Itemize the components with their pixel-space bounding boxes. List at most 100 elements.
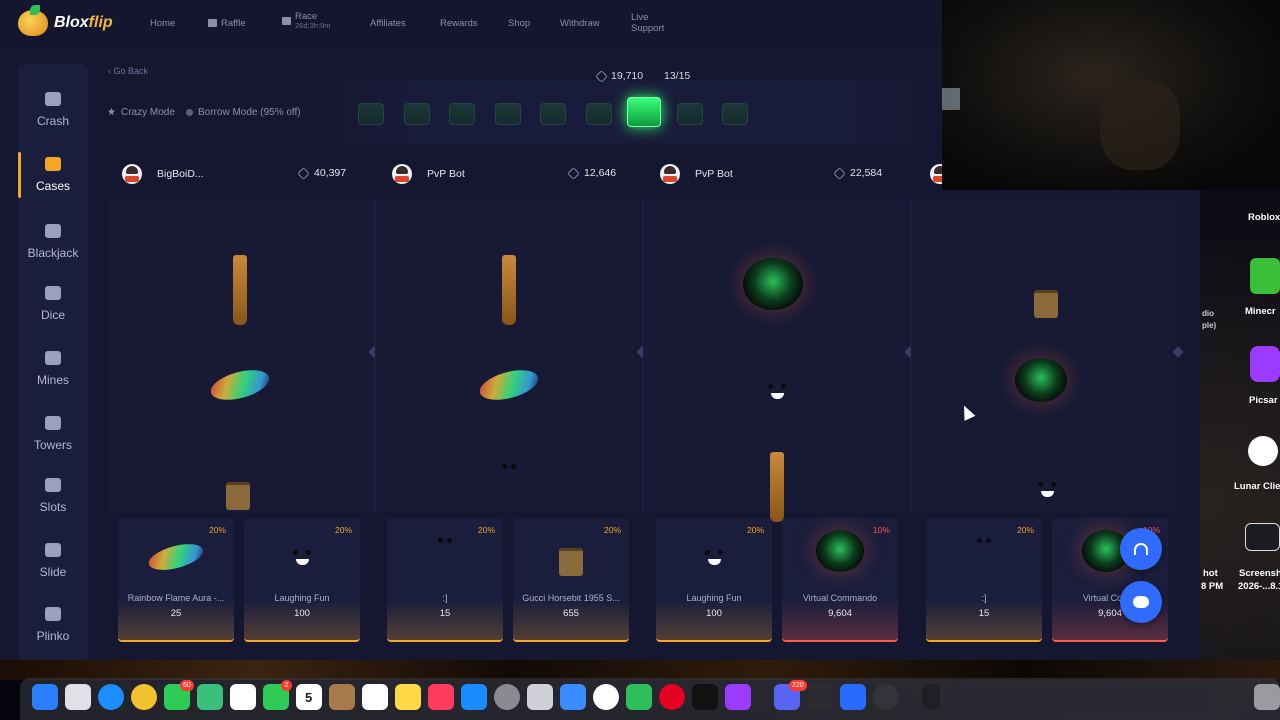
nav-shop[interactable]: Shop	[508, 14, 530, 32]
launchpad-icon[interactable]	[65, 684, 91, 710]
nav-home[interactable]: Home	[150, 14, 175, 32]
nav-race[interactable]: Race 26d:3h:9m	[282, 11, 330, 30]
sidebar-item-blackjack[interactable]: Blackjack	[18, 224, 88, 260]
mail-icon[interactable]	[560, 684, 586, 710]
minecraft-icon[interactable]	[1250, 258, 1280, 294]
picsart-dock-icon[interactable]	[725, 684, 751, 710]
case-thumbnail	[540, 103, 566, 125]
item-rainbow-flame-aura	[146, 539, 206, 575]
drop-value: 100	[706, 608, 722, 619]
pinterest-icon[interactable]	[659, 684, 685, 710]
drop-chance: 20%	[746, 525, 764, 535]
item-gucci-horsebit-bag	[1034, 290, 1058, 318]
drop-chance: 20%	[477, 525, 495, 535]
case-thumbnail	[722, 103, 748, 125]
reminders-icon[interactable]	[362, 684, 388, 710]
dock-minimized-windows[interactable]	[950, 684, 1210, 710]
live-support-button[interactable]	[1120, 528, 1162, 570]
chatgpt-icon[interactable]	[593, 684, 619, 710]
picsart-icon[interactable]	[1250, 346, 1280, 382]
chest-icon	[45, 157, 61, 171]
contacts-icon[interactable]	[329, 684, 355, 710]
player-value: 22,584	[833, 166, 882, 180]
borrow-mode-badge: Borrow Mode (95% off)	[186, 107, 301, 118]
item-gucci-tie	[502, 255, 516, 325]
dock-window-thumbnail[interactable]	[922, 684, 940, 710]
sidebar-item-cases[interactable]: Cases	[18, 157, 88, 193]
item-gucci-tie	[233, 255, 247, 325]
item-virtual-commando	[1015, 358, 1067, 402]
logo-text-accent: flip	[88, 14, 113, 31]
drop-card: 20% Laughing Fun 100	[656, 518, 772, 642]
item-virtual-commando	[816, 530, 864, 572]
item-gucci-tie	[770, 452, 784, 522]
photos-icon[interactable]	[230, 684, 256, 710]
cherry-icon	[45, 478, 61, 492]
sidebar-item-slide[interactable]: Slide	[18, 543, 88, 579]
sidebar-item-mines[interactable]: Mines	[18, 351, 88, 387]
drop-value: 655	[563, 608, 579, 619]
logo[interactable]: Bloxflip	[18, 5, 113, 36]
sidebar-item-crash[interactable]: Crash	[18, 92, 88, 128]
chrome-icon[interactable]	[131, 684, 157, 710]
nav-raffle[interactable]: Raffle	[208, 14, 246, 32]
roblox-dock-icon[interactable]	[840, 684, 866, 710]
desktop-label-lunar-client[interactable]: Lunar Clie	[1234, 481, 1280, 492]
drop-name: Laughing Fun	[686, 593, 742, 603]
desktop-label-picsart[interactable]: Picsar	[1249, 395, 1278, 406]
safari-icon[interactable]	[98, 684, 124, 710]
minecraft-dock-icon[interactable]	[807, 684, 833, 710]
nav-affiliates[interactable]: Affiliates	[370, 14, 406, 32]
next-row-peek	[108, 648, 1188, 660]
obs-icon[interactable]	[873, 684, 899, 710]
kick-icon[interactable]	[692, 684, 718, 710]
item-virtual-commando	[743, 258, 803, 310]
sidebar-item-slots[interactable]: Slots	[18, 478, 88, 514]
borrow-icon	[186, 109, 193, 116]
desktop-label-partial-apple: ple)	[1202, 321, 1217, 330]
flag-icon	[282, 17, 291, 25]
drop-card: 20% :] 15	[387, 518, 503, 642]
player-slot: BigBoiD...	[122, 155, 204, 193]
drop-name: Rainbow Flame Aura -...	[127, 593, 225, 603]
player-name: PvP Bot	[695, 168, 733, 180]
spin-reels	[108, 200, 1184, 522]
app-store-icon[interactable]	[461, 684, 487, 710]
desktop-label-partial-time: 8 PM	[1201, 581, 1224, 592]
drop-value: 25	[170, 608, 182, 619]
screenshot-file-icon[interactable]	[1245, 523, 1280, 551]
trash-icon[interactable]	[1254, 684, 1280, 710]
nav-rewards[interactable]: Rewards	[440, 14, 478, 32]
iphone-mirroring-icon[interactable]	[527, 684, 553, 710]
item-laughing-fun	[762, 382, 792, 402]
bloxflip-app-icon[interactable]	[626, 684, 652, 710]
robux-icon	[297, 166, 310, 180]
player-value: 40,397	[297, 166, 346, 180]
chat-button[interactable]	[1120, 581, 1162, 623]
nav-withdraw[interactable]: Withdraw	[560, 14, 600, 32]
sidebar-item-plinko[interactable]: Plinko	[18, 607, 88, 643]
drop-card: 20% Rainbow Flame Aura -... 25	[118, 518, 234, 642]
go-back-link[interactable]: ‹ Go Back	[108, 66, 148, 76]
item-gucci-horsebit-bag	[226, 482, 250, 510]
sidebar-item-dice[interactable]: Dice	[18, 286, 88, 322]
rocket-icon	[45, 92, 61, 106]
lunar-client-icon[interactable]	[1248, 436, 1278, 466]
settings-icon[interactable]	[494, 684, 520, 710]
desktop-label-partial: hot	[1203, 568, 1218, 579]
desktop-label-minecraft[interactable]: Minecr	[1245, 306, 1276, 317]
robux-icon	[567, 166, 580, 180]
maps-icon[interactable]	[197, 684, 223, 710]
chat-bubble-icon	[1133, 596, 1149, 608]
desktop-label-roblox[interactable]: Roblox	[1248, 212, 1280, 223]
drop-chance: 20%	[208, 525, 226, 535]
plinko-icon	[45, 607, 61, 621]
music-icon[interactable]	[428, 684, 454, 710]
drop-card: 20% Laughing Fun 100	[244, 518, 360, 642]
notes-icon[interactable]	[395, 684, 421, 710]
nav-live-support[interactable]: Live Support	[631, 12, 664, 34]
sidebar-item-towers[interactable]: Towers	[18, 416, 88, 452]
finder-icon[interactable]	[32, 684, 58, 710]
desktop-label-screenshot[interactable]: Screensh	[1239, 568, 1280, 579]
drop-chance: 10%	[872, 525, 890, 535]
